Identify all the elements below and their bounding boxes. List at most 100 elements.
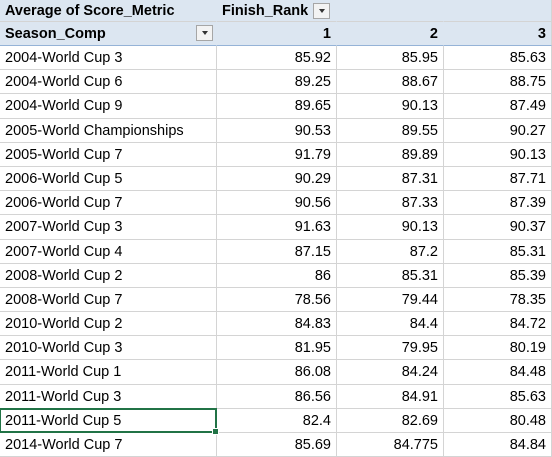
rank-1-value-cell[interactable]: 82.4 [217, 408, 337, 433]
row-label-cell[interactable]: 2010-World Cup 2 [0, 312, 217, 337]
row-label-cell[interactable]: 2011-World Cup 5 [0, 408, 217, 433]
rank-1-value-cell[interactable]: 86.08 [217, 360, 337, 385]
rank-3-value-cell[interactable]: 85.63 [444, 46, 552, 71]
rank-1-value-cell[interactable]: 86 [217, 263, 337, 288]
rank-2-value-cell[interactable]: 79.95 [337, 336, 444, 361]
rank-2-value-cell[interactable]: 84.24 [337, 360, 444, 385]
pivot-header-row-2: Season_Comp 1 2 3 [0, 22, 552, 46]
rank-2-value-cell[interactable]: 90.13 [337, 215, 444, 240]
table-row: 2008-World Cup 2 86 85.31 85.39 [0, 263, 552, 288]
row-label-cell[interactable]: 2006-World Cup 7 [0, 191, 217, 216]
rank-2-value-cell[interactable]: 85.31 [337, 263, 444, 288]
row-label-cell[interactable]: 2008-World Cup 7 [0, 287, 217, 313]
table-row: 2007-World Cup 4 87.15 87.2 85.31 [0, 239, 552, 264]
rank-3-value-cell[interactable]: 90.37 [444, 215, 552, 240]
header-blank-cell[interactable] [444, 0, 552, 22]
rank-2-value-cell[interactable]: 87.33 [337, 191, 444, 216]
rank-1-value-cell[interactable]: 84.83 [217, 312, 337, 337]
row-label-cell[interactable]: 2014-World Cup 7 [0, 433, 217, 457]
table-row: 2008-World Cup 7 78.56 79.44 78.35 [0, 287, 552, 313]
row-label-cell[interactable]: 2005-World Cup 7 [0, 142, 217, 167]
table-row: 2011-World Cup 3 86.56 84.91 85.63 [0, 384, 552, 409]
rank-3-value-cell[interactable]: 85.63 [444, 384, 552, 409]
rank-3-value-cell[interactable]: 87.39 [444, 191, 552, 216]
table-row: 2006-World Cup 5 90.29 87.31 87.71 [0, 166, 552, 192]
column-field-header[interactable]: Finish_Rank [217, 0, 337, 22]
rank-3-value-cell[interactable]: 80.19 [444, 336, 552, 361]
rank-1-value-cell[interactable]: 90.29 [217, 166, 337, 192]
row-label-cell[interactable]: 2010-World Cup 3 [0, 336, 217, 361]
rank-2-value-cell[interactable]: 84.775 [337, 433, 444, 457]
row-label-cell[interactable]: 2005-World Championships [0, 118, 217, 143]
table-row: 2011-World Cup 1 86.08 84.24 84.48 [0, 360, 552, 385]
rank-1-value-cell[interactable]: 81.95 [217, 336, 337, 361]
column-header-3[interactable]: 3 [444, 22, 552, 46]
rank-3-value-cell[interactable]: 90.27 [444, 118, 552, 143]
rank-3-value-cell[interactable]: 87.71 [444, 166, 552, 192]
rank-2-value-cell[interactable]: 84.91 [337, 384, 444, 409]
rank-2-value-cell[interactable]: 79.44 [337, 287, 444, 313]
rank-1-value-cell[interactable]: 89.25 [217, 70, 337, 95]
row-label-cell[interactable]: 2006-World Cup 5 [0, 166, 217, 192]
rank-3-value-cell[interactable]: 90.13 [444, 142, 552, 167]
table-row: 2004-World Cup 9 89.65 90.13 87.49 [0, 94, 552, 119]
table-row: 2010-World Cup 3 81.95 79.95 80.19 [0, 336, 552, 361]
rank-3-value-cell[interactable]: 87.49 [444, 94, 552, 119]
column-header-1[interactable]: 1 [217, 22, 337, 46]
row-field-label: Season_Comp [5, 26, 106, 42]
rank-1-value-cell[interactable]: 87.15 [217, 239, 337, 264]
header-blank-cell[interactable] [337, 0, 444, 22]
rank-1-value-cell[interactable]: 86.56 [217, 384, 337, 409]
column-filter-dropdown-icon[interactable] [313, 3, 330, 19]
table-row: 2007-World Cup 3 91.63 90.13 90.37 [0, 215, 552, 240]
table-row: 2005-World Championships 90.53 89.55 90.27 [0, 118, 552, 143]
row-label-cell[interactable]: 2007-World Cup 4 [0, 239, 217, 264]
row-filter-dropdown-icon[interactable] [196, 25, 213, 41]
value-field-label[interactable]: Average of Score_Metric [0, 0, 217, 22]
row-label-cell[interactable]: 2011-World Cup 3 [0, 384, 217, 409]
table-row: 2004-World Cup 6 89.25 88.67 88.75 [0, 70, 552, 95]
rank-2-value-cell[interactable]: 84.4 [337, 312, 444, 337]
rank-1-value-cell[interactable]: 85.69 [217, 433, 337, 457]
row-label-cell[interactable]: 2011-World Cup 1 [0, 360, 217, 385]
rank-3-value-cell[interactable]: 84.48 [444, 360, 552, 385]
rank-2-value-cell[interactable]: 85.95 [337, 46, 444, 71]
table-row: 2014-World Cup 7 85.69 84.775 84.84 [0, 433, 552, 457]
row-label-cell[interactable]: 2007-World Cup 3 [0, 215, 217, 240]
rank-1-value-cell[interactable]: 91.79 [217, 142, 337, 167]
row-label-cell[interactable]: 2004-World Cup 9 [0, 94, 217, 119]
row-label-cell[interactable]: 2004-World Cup 6 [0, 70, 217, 95]
rank-1-value-cell[interactable]: 78.56 [217, 287, 337, 313]
pivot-table: Average of Score_Metric Finish_Rank Seas… [0, 0, 552, 457]
table-row: 2004-World Cup 3 85.92 85.95 85.63 [0, 46, 552, 71]
rank-3-value-cell[interactable]: 85.39 [444, 263, 552, 288]
rank-1-value-cell[interactable]: 90.56 [217, 191, 337, 216]
rank-2-value-cell[interactable]: 87.31 [337, 166, 444, 192]
rank-2-value-cell[interactable]: 89.89 [337, 142, 444, 167]
rank-2-value-cell[interactable]: 82.69 [337, 408, 444, 433]
row-label-cell[interactable]: 2008-World Cup 2 [0, 263, 217, 288]
rank-2-value-cell[interactable]: 88.67 [337, 70, 444, 95]
table-row: 2006-World Cup 7 90.56 87.33 87.39 [0, 191, 552, 216]
rank-2-value-cell[interactable]: 87.2 [337, 239, 444, 264]
rank-1-value-cell[interactable]: 85.92 [217, 46, 337, 71]
rank-3-value-cell[interactable]: 78.35 [444, 287, 552, 313]
rank-3-value-cell[interactable]: 80.48 [444, 408, 552, 433]
rank-2-value-cell[interactable]: 89.55 [337, 118, 444, 143]
pivot-body: 2004-World Cup 3 85.92 85.95 85.63 2004-Worl… [0, 46, 552, 457]
rank-3-value-cell[interactable]: 88.75 [444, 70, 552, 95]
row-label-cell[interactable]: 2004-World Cup 3 [0, 46, 217, 71]
rank-1-value-cell[interactable]: 89.65 [217, 94, 337, 119]
column-header-2[interactable]: 2 [337, 22, 444, 46]
rank-1-value-cell[interactable]: 90.53 [217, 118, 337, 143]
table-row: 2005-World Cup 7 91.79 89.89 90.13 [0, 142, 552, 167]
pivot-header-row-1: Average of Score_Metric Finish_Rank [0, 0, 552, 22]
rank-1-value-cell[interactable]: 91.63 [217, 215, 337, 240]
table-row: 2011-World Cup 5 82.4 82.69 80.48 [0, 408, 552, 433]
rank-3-value-cell[interactable]: 84.84 [444, 433, 552, 457]
rank-2-value-cell[interactable]: 90.13 [337, 94, 444, 119]
rank-3-value-cell[interactable]: 84.72 [444, 312, 552, 337]
rank-3-value-cell[interactable]: 85.31 [444, 239, 552, 264]
table-row: 2010-World Cup 2 84.83 84.4 84.72 [0, 312, 552, 337]
row-field-header[interactable]: Season_Comp [0, 22, 217, 46]
